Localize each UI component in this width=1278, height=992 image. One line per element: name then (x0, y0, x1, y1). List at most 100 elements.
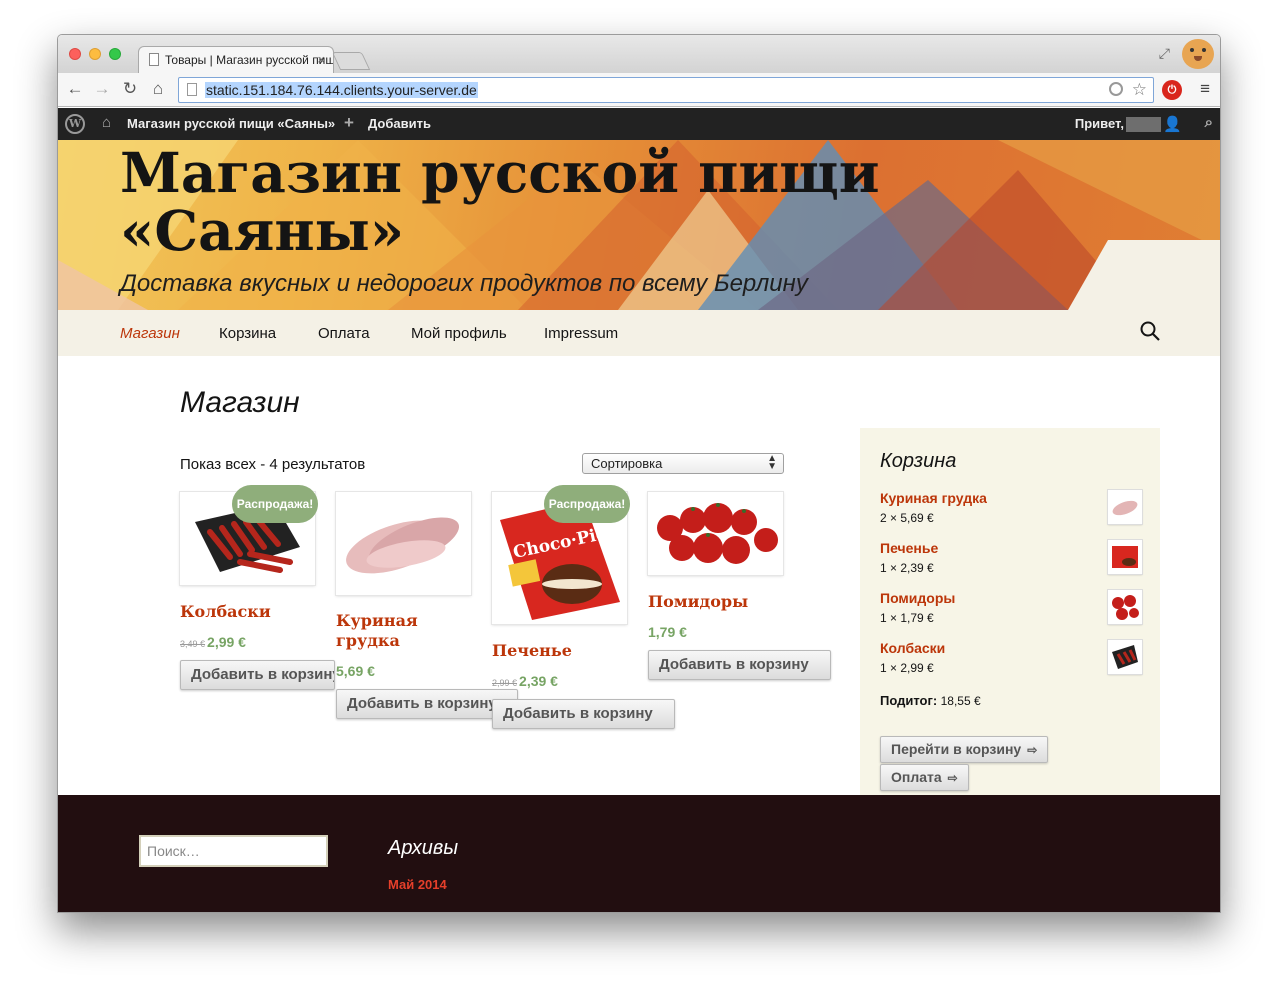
admin-greeting[interactable]: Привет, (1075, 116, 1124, 131)
tab-title: Товары | Магазин русской пищи «Саяны» (165, 53, 333, 67)
home-icon[interactable]: ⌂ (147, 79, 169, 99)
product-image[interactable] (336, 492, 471, 595)
page-icon (149, 53, 159, 66)
product-price: 1,79 € (648, 624, 687, 640)
cart-item: Печенье 1 × 2,39 € (880, 540, 1142, 586)
tab-close-icon[interactable]: × (317, 52, 325, 67)
orderby-select[interactable]: Сортировка ▲ ▼ (582, 453, 784, 474)
sale-price: 2,39 € (519, 673, 558, 689)
bookmark-star-icon[interactable]: ☆ (1132, 80, 1147, 100)
page-viewport: W ⌂ Магазин русской пищи «Саяны» + Добав… (58, 108, 1220, 912)
nav-item-checkout[interactable]: Оплата (318, 325, 370, 342)
user-icon[interactable]: 👤 (1163, 115, 1182, 133)
subtotal-label: Подитог: (880, 693, 938, 708)
checkout-button[interactable]: Оплата ⇨ (880, 764, 969, 791)
search-icon[interactable]: ⌕ (1205, 114, 1213, 131)
archives-title: Архивы (388, 837, 459, 859)
site-footer: Поиск… Архивы Май 2014 (58, 795, 1220, 912)
wordpress-logo-icon[interactable]: W (65, 114, 85, 134)
product-title[interactable]: Печенье (492, 641, 572, 661)
redacted-username (1126, 117, 1161, 132)
site-description: Доставка вкусных и недорогих продуктов п… (120, 270, 808, 297)
old-price: 3,49 € (180, 639, 206, 649)
sale-badge: Распродажа! (544, 485, 630, 523)
browser-window: Товары | Магазин русской пищи «Саяны» × … (57, 34, 1221, 913)
orderby-value: Сортировка (591, 456, 663, 471)
site-header[interactable]: Магазин русской пищи «Саяны» Доставка вк… (58, 140, 1220, 310)
reload-icon[interactable]: ↻ (119, 79, 141, 99)
view-cart-button[interactable]: Перейти в корзину ⇨ (880, 736, 1049, 763)
cart-item-quantity: 1 × 2,39 € (880, 561, 934, 575)
sausages-thumbnail[interactable] (1108, 640, 1142, 674)
plus-icon: + (344, 113, 354, 132)
site-title[interactable]: Магазин русской пищи «Саяны» (120, 144, 940, 260)
add-to-cart-button[interactable]: Добавить в корзину (336, 689, 518, 719)
view-cart-label: Перейти в корзину (891, 741, 1022, 757)
arrow-right-icon: ⇨ (947, 771, 958, 785)
cart-item-name[interactable]: Помидоры (880, 590, 955, 606)
old-price: 2,99 € (492, 678, 518, 688)
widget-title: Корзина (880, 450, 957, 472)
footer-search-input[interactable]: Поиск… (139, 835, 328, 867)
select-arrows-icon: ▲ ▼ (767, 453, 777, 472)
admin-site-name[interactable]: Магазин русской пищи «Саяны» (127, 116, 335, 131)
arrow-right-icon: ⇨ (1027, 743, 1038, 757)
product-price: 5,69 € (336, 663, 375, 679)
product-card: Choco·Pie Распродажа! Печенье 2,99 €2,39… (492, 485, 675, 772)
home-icon: ⌂ (102, 114, 112, 131)
nav-item-profile[interactable]: Мой профиль (411, 325, 507, 342)
close-window-button[interactable] (69, 48, 81, 60)
cart-item: Куриная грудка 2 × 5,69 € (880, 490, 1142, 536)
wp-admin-bar: W ⌂ Магазин русской пищи «Саяны» + Добав… (58, 108, 1220, 140)
product-price: 2,99 €2,39 € (492, 673, 558, 689)
subtotal-value: 18,55 € (940, 694, 981, 708)
admin-add-new[interactable]: Добавить (368, 116, 431, 131)
regular-price: 1,79 € (648, 624, 687, 640)
cart-item-name[interactable]: Куриная грудка (880, 490, 987, 506)
back-arrow-icon[interactable]: ← (64, 79, 86, 99)
checkout-label: Оплата (891, 769, 942, 785)
cart-widget: Корзина Куриная грудка 2 × 5,69 € Печень… (860, 428, 1160, 835)
product-title[interactable]: Помидоры (648, 592, 748, 612)
cart-item-quantity: 1 × 2,99 € (880, 661, 934, 675)
page-icon (187, 83, 197, 96)
nav-item-impressum[interactable]: Impressum (544, 325, 618, 342)
cart-item-name[interactable]: Колбаски (880, 640, 945, 656)
nav-item-shop[interactable]: Магазин (120, 325, 180, 342)
zoom-window-button[interactable] (109, 48, 121, 60)
browser-menu-icon[interactable]: ≡ (1200, 79, 1210, 99)
tomatoes-thumbnail[interactable] (1108, 590, 1142, 624)
new-tab-button[interactable] (331, 52, 371, 70)
tomatoes-image (657, 503, 778, 564)
choco-pie-thumbnail[interactable] (1108, 540, 1142, 574)
product-price: 3,49 €2,99 € (180, 634, 246, 650)
add-to-cart-button[interactable]: Добавить в корзину (180, 660, 335, 690)
result-count: Показ всех - 4 результатов (180, 456, 366, 473)
adblock-extension-icon[interactable]: ⏻ (1162, 80, 1182, 100)
browser-toolbar: ← → ↻ ⌂ static.151.184.76.144.clients.yo… (58, 73, 1220, 107)
address-bar[interactable]: static.151.184.76.144.clients.your-serve… (178, 77, 1154, 103)
archive-link[interactable]: Май 2014 (388, 877, 447, 892)
page-title: Магазин (180, 386, 300, 419)
url-text: static.151.184.76.144.clients.your-serve… (205, 82, 478, 98)
product-title[interactable]: Куриная грудка (336, 611, 446, 651)
product-image[interactable] (648, 492, 783, 575)
site-navigation: Магазин Корзина Оплата Мой профиль Impre… (58, 310, 1220, 356)
nav-item-cart[interactable]: Корзина (219, 325, 276, 342)
cart-item-quantity: 2 × 5,69 € (880, 511, 934, 525)
cart-item: Помидоры 1 × 1,79 € (880, 590, 1142, 636)
forward-arrow-icon[interactable]: → (91, 79, 113, 99)
extension-icon[interactable] (1109, 82, 1123, 96)
product-title[interactable]: Колбаски (180, 602, 271, 622)
add-to-cart-button[interactable]: Добавить в корзину (648, 650, 831, 680)
profile-avatar-icon[interactable] (1182, 39, 1214, 69)
minimize-window-button[interactable] (89, 48, 101, 60)
fullscreen-icon[interactable]: ⤢ (1159, 45, 1170, 62)
cart-item-name[interactable]: Печенье (880, 540, 938, 556)
browser-tab[interactable]: Товары | Магазин русской пищи «Саяны» × (138, 46, 334, 74)
search-icon[interactable] (1140, 321, 1160, 341)
product-card: Куриная грудка 5,69 € Добавить в корзину (336, 492, 518, 752)
chicken-thumbnail[interactable] (1108, 490, 1142, 524)
regular-price: 5,69 € (336, 663, 375, 679)
cart-item-quantity: 1 × 1,79 € (880, 611, 934, 625)
